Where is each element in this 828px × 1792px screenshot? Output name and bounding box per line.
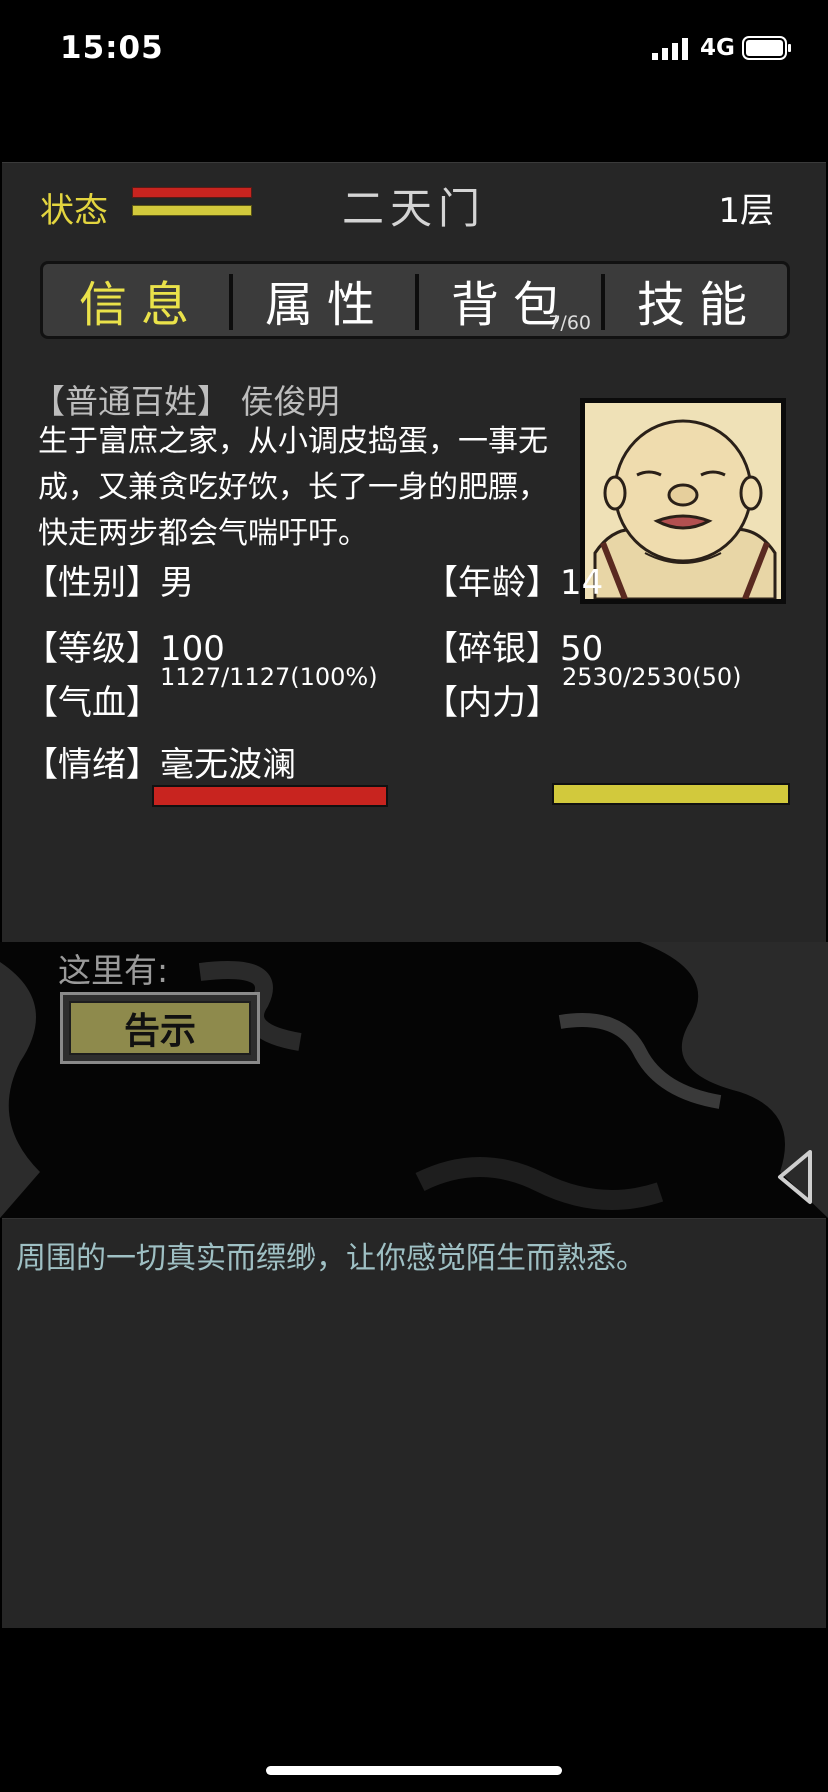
- tab-bar: 信息 属性 背包 7/60 技能: [40, 261, 790, 339]
- level-label: 【等级】: [24, 629, 160, 669]
- status-bar: 15:05 4G: [0, 0, 828, 100]
- log-message: 周围的一切真实而缥缈，让你感觉陌生而熟悉。: [16, 1241, 646, 1276]
- tab-skills-label: 技能: [636, 277, 761, 333]
- scene-area: 这里有: 告示: [0, 942, 828, 1218]
- backpack-count: 7/60: [548, 312, 591, 334]
- network-type: 4G: [700, 35, 735, 61]
- message-log: 周围的一切真实而缥缈，让你感觉陌生而熟悉。: [2, 1218, 826, 1628]
- character-title: 【普通百姓】 侯俊明: [32, 382, 340, 421]
- gender-field: 【性别】男: [24, 555, 194, 604]
- tab-attributes-label: 属性: [264, 277, 389, 333]
- signal-icon: [652, 38, 688, 60]
- age-label: 【年龄】: [424, 563, 560, 603]
- character-description: 生于富庶之家，从小调皮捣蛋，一事无成，又兼贪吃好饮，长了一身的肥膘，快走两步都会…: [38, 424, 548, 551]
- mood-label: 【情绪】: [24, 745, 160, 785]
- notice-button-label: 告示: [69, 1001, 251, 1055]
- mp-bar: [552, 783, 790, 805]
- tab-info-label: 信息: [78, 277, 203, 333]
- tab-info[interactable]: 信息: [43, 264, 229, 336]
- hp-value: 1127/1127(100%): [160, 663, 378, 691]
- tab-backpack[interactable]: 背包 7/60: [415, 264, 601, 336]
- gender-label: 【性别】: [24, 563, 160, 603]
- character-portrait: [580, 398, 786, 604]
- back-arrow-icon[interactable]: [774, 1148, 814, 1206]
- home-indicator[interactable]: [266, 1766, 562, 1775]
- tab-skills[interactable]: 技能: [601, 264, 787, 336]
- tab-attributes[interactable]: 属性: [229, 264, 415, 336]
- silver-label: 【碎银】: [424, 629, 560, 669]
- hp-label: 【气血】: [24, 683, 160, 723]
- age-field: 【年龄】14: [424, 555, 603, 604]
- portrait-face-icon: [593, 419, 777, 601]
- here-label: 这里有:: [58, 951, 169, 990]
- hp-bar: [152, 785, 388, 807]
- age-value: 14: [560, 563, 604, 603]
- character-panel: 状态 二天门 1层 信息 属性 背包 7/60 技能 【普通百姓】 侯俊明 生于富…: [2, 162, 826, 942]
- clock: 15:05: [60, 30, 164, 66]
- location-title: 二天门: [341, 184, 486, 233]
- mp-value: 2530/2530(50): [562, 663, 742, 691]
- mood-field: 【情绪】毫无波澜: [24, 737, 296, 786]
- mood-value: 毫无波澜: [160, 745, 296, 785]
- mp-label: 【内力】: [424, 683, 560, 723]
- notice-button[interactable]: 告示: [60, 992, 260, 1064]
- gender-value: 男: [160, 563, 194, 603]
- battery-icon: [742, 36, 791, 60]
- floor-label: 1层: [718, 191, 774, 231]
